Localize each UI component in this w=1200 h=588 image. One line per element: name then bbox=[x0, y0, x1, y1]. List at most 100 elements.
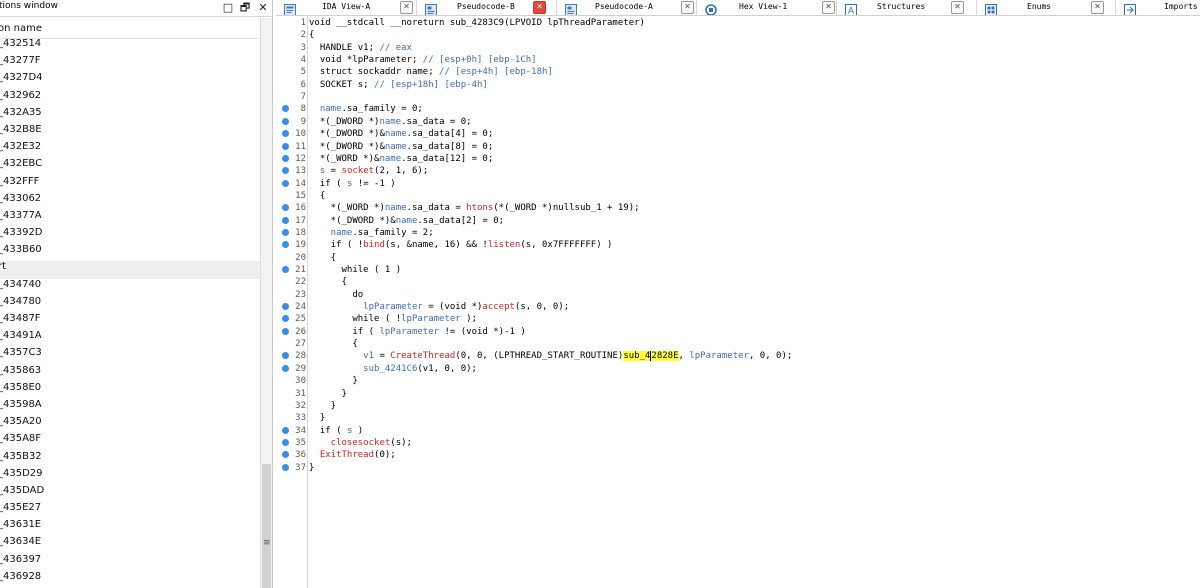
tab-hex-view-1[interactable]: Hex View-1 ✕ bbox=[697, 0, 837, 15]
pseudocode-view[interactable]: 1 void __stdcall __noreturn sub_4283C9(LP… bbox=[276, 16, 1200, 588]
function-list-item[interactable]: _432E32 bbox=[0, 141, 260, 158]
highlighted-identifier[interactable]: 2828E bbox=[651, 351, 679, 362]
function-list-item[interactable]: _432962 bbox=[0, 90, 260, 107]
code-token[interactable]: closesocket bbox=[309, 438, 391, 448]
breakpoint-dot-icon[interactable] bbox=[282, 105, 289, 113]
function-list-item[interactable]: _43487F bbox=[0, 313, 260, 330]
code-token[interactable]: name bbox=[396, 216, 418, 226]
code-token[interactable]: bind bbox=[363, 240, 385, 250]
breakpoint-dot-icon[interactable] bbox=[282, 204, 289, 212]
code-line[interactable]: 33 } bbox=[276, 412, 1196, 424]
tab-close-icon[interactable]: ✕ bbox=[681, 1, 694, 14]
function-list-item[interactable]: _432FFF bbox=[0, 176, 260, 193]
function-list-item[interactable]: _433B60 bbox=[0, 244, 260, 261]
function-list-item[interactable]: _435B32 bbox=[0, 451, 260, 468]
code-line[interactable]: 36 ExitThread(0); bbox=[276, 449, 1196, 461]
code-line[interactable]: 20 { bbox=[276, 252, 1196, 264]
tab-close-icon[interactable]: ✕ bbox=[822, 1, 835, 14]
code-token[interactable]: socket bbox=[342, 166, 375, 176]
function-list-item[interactable]: _436397 bbox=[0, 554, 260, 571]
code-line[interactable]: 7 bbox=[276, 91, 1196, 103]
function-list-item[interactable]: _432A35 bbox=[0, 107, 260, 124]
code-line[interactable]: 34 if ( s ) bbox=[276, 425, 1196, 437]
float-window-icon[interactable]: 🗗 bbox=[237, 0, 253, 15]
code-token[interactable]: name bbox=[379, 117, 401, 127]
code-token[interactable]: v1 bbox=[309, 351, 374, 361]
restore-icon[interactable]: □ bbox=[220, 0, 236, 15]
function-list-item[interactable]: _432B8E bbox=[0, 124, 260, 141]
highlighted-identifier[interactable]: sub_4 bbox=[623, 351, 651, 362]
tab-pseudocode-b[interactable]: Pseudocode-B ✕ bbox=[417, 0, 557, 15]
tab-pseudocode-a[interactable]: Pseudocode-A ✕ bbox=[557, 0, 697, 15]
code-line[interactable]: 24 lpParameter = (void *)accept(s, 0, 0)… bbox=[276, 301, 1196, 313]
code-line[interactable]: 29 sub_4241C6(v1, 0, 0); bbox=[276, 363, 1196, 375]
tab-ida-view-a[interactable]: IDA View-A ✕ bbox=[276, 0, 417, 15]
code-line[interactable]: 30 } bbox=[276, 375, 1196, 387]
function-list-item[interactable]: _43392D bbox=[0, 227, 260, 244]
code-token[interactable]: htons bbox=[466, 203, 493, 213]
code-line[interactable]: 6 SOCKET s; // [esp+18h] [ebp-4h] bbox=[276, 79, 1196, 91]
scrollbar-thumb[interactable] bbox=[262, 464, 271, 588]
tab-imports[interactable]: Imports bbox=[1116, 0, 1200, 15]
code-line[interactable]: 19 if ( !bind(s, &name, 16) && !listen(s… bbox=[276, 239, 1196, 251]
code-line[interactable]: 35 closesocket(s); bbox=[276, 437, 1196, 449]
breakpoint-dot-icon[interactable] bbox=[282, 426, 289, 434]
breakpoint-dot-icon[interactable] bbox=[282, 228, 289, 236]
tab-close-icon[interactable]: ✕ bbox=[1091, 1, 1104, 14]
tab-close-icon[interactable]: ✕ bbox=[400, 1, 413, 14]
code-line[interactable]: 28 v1 = CreateThread(0, 0, (LPTHREAD_STA… bbox=[276, 350, 1196, 362]
code-token[interactable]: accept bbox=[482, 302, 515, 312]
function-list-item[interactable]: _435DAD bbox=[0, 485, 260, 502]
code-line[interactable]: 14 if ( s != -1 ) bbox=[276, 178, 1196, 190]
function-list-item[interactable]: _433062 bbox=[0, 193, 260, 210]
code-line[interactable]: 22 { bbox=[276, 276, 1196, 288]
code-line[interactable]: 23 do bbox=[276, 289, 1196, 301]
breakpoint-dot-icon[interactable] bbox=[282, 179, 289, 187]
breakpoint-dot-icon[interactable] bbox=[282, 451, 289, 459]
function-list-item[interactable]: _4327D4 bbox=[0, 72, 260, 89]
breakpoint-dot-icon[interactable] bbox=[282, 352, 289, 360]
breakpoint-dot-icon[interactable] bbox=[282, 154, 289, 162]
code-line[interactable]: 31 } bbox=[276, 388, 1196, 400]
code-line[interactable]: 9 *(_DWORD *)name.sa_data = 0; bbox=[276, 116, 1196, 128]
tab-structures[interactable]: A Structures ✕ bbox=[837, 0, 977, 15]
function-list-item[interactable]: _4357C3 bbox=[0, 347, 260, 364]
code-line[interactable]: 3 HANDLE v1; // eax bbox=[276, 42, 1196, 54]
function-list-item[interactable]: _43377A bbox=[0, 210, 260, 227]
breakpoint-dot-icon[interactable] bbox=[282, 315, 289, 323]
code-line[interactable]: 15 { bbox=[276, 190, 1196, 202]
tab-enums[interactable]: Enums ✕ bbox=[977, 0, 1116, 15]
code-token[interactable]: ExitThread bbox=[309, 450, 374, 460]
code-line[interactable]: 2{ bbox=[276, 29, 1196, 41]
code-token[interactable]: s bbox=[309, 166, 325, 176]
function-list-item[interactable]: _43277F bbox=[0, 55, 260, 72]
breakpoint-dot-icon[interactable] bbox=[282, 167, 289, 175]
function-list-item[interactable]: _43631E bbox=[0, 519, 260, 536]
breakpoint-dot-icon[interactable] bbox=[282, 216, 289, 224]
code-token[interactable]: name bbox=[385, 142, 407, 152]
function-list-item[interactable]: _432514 bbox=[0, 38, 260, 55]
function-list-item[interactable]: _435A20 bbox=[0, 416, 260, 433]
code-line[interactable]: 4 void *lpParameter; // [esp+0h] [ebp-1C… bbox=[276, 54, 1196, 66]
code-token[interactable]: lpParameter bbox=[309, 302, 423, 312]
code-token[interactable]: name bbox=[309, 228, 353, 238]
code-line[interactable]: 25 while ( !lpParameter ); bbox=[276, 313, 1196, 325]
vertical-scrollbar[interactable]: ≡ bbox=[260, 18, 272, 588]
code-line[interactable]: 12 *(_WORD *)&name.sa_data[12] = 0; bbox=[276, 153, 1196, 165]
breakpoint-dot-icon[interactable] bbox=[282, 142, 289, 150]
close-icon[interactable]: ✕ bbox=[255, 0, 271, 15]
code-line[interactable]: 27 { bbox=[276, 338, 1196, 350]
code-line[interactable]: 37} bbox=[276, 462, 1196, 474]
code-token[interactable]: lpParameter bbox=[379, 327, 439, 337]
code-line[interactable]: 11 *(_DWORD *)&name.sa_data[8] = 0; bbox=[276, 141, 1196, 153]
code-token[interactable]: lpParameter bbox=[689, 351, 749, 361]
breakpoint-dot-icon[interactable] bbox=[282, 241, 289, 249]
function-name-column-header[interactable]: on name bbox=[0, 20, 260, 39]
code-line[interactable]: 16 *(_WORD *)name.sa_data = htons(*(_WOR… bbox=[276, 202, 1196, 214]
breakpoint-dot-icon[interactable] bbox=[282, 130, 289, 138]
function-list-item[interactable]: _435863 bbox=[0, 365, 260, 382]
function-list-item[interactable]: _435E27 bbox=[0, 502, 260, 519]
code-line[interactable]: 17 *(_DWORD *)&name.sa_data[2] = 0; bbox=[276, 215, 1196, 227]
code-token[interactable]: name bbox=[309, 104, 342, 114]
code-line[interactable]: 26 if ( lpParameter != (void *)-1 ) bbox=[276, 326, 1196, 338]
